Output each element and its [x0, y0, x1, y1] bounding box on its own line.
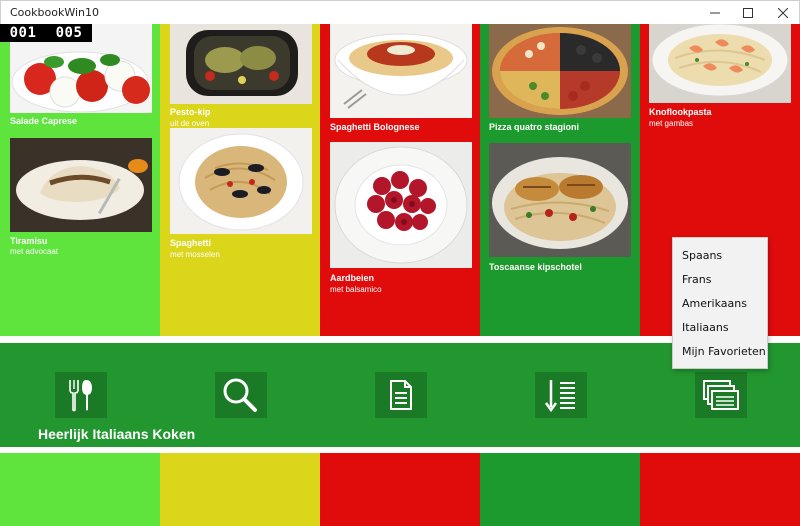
cutlery-icon	[69, 380, 92, 412]
recipe-photo	[489, 24, 631, 118]
bottom-column-yellow	[160, 453, 320, 526]
recipe-name: Salade Caprese	[10, 116, 78, 126]
bottom-column-light-green	[0, 453, 160, 526]
recipe-name: Knoflookpasta	[649, 107, 712, 117]
window-title: CookbookWin10	[10, 6, 99, 19]
sort-list-icon	[544, 380, 575, 413]
recipe-subtitle: met mosselen	[170, 250, 220, 259]
cuisine-button[interactable]	[695, 372, 747, 418]
menu-item-italiaans[interactable]: Italiaans	[673, 316, 767, 340]
cuisine-menu: Spaans Frans Amerikaans Italiaans Mijn F…	[672, 237, 768, 369]
bottom-column-red-2	[640, 453, 800, 526]
recipe-name: Spaghetti	[170, 238, 212, 248]
recipe-name: Pesto-kip	[170, 107, 211, 117]
recipe-subtitle: met gambas	[649, 119, 694, 128]
app-title: Heerlijk Italiaans Koken	[38, 426, 196, 442]
recipe-photo	[330, 24, 472, 118]
close-icon	[778, 8, 788, 18]
recipes-button[interactable]	[55, 372, 107, 418]
menu-item-mijn-favorieten[interactable]: Mijn Favorieten	[673, 340, 767, 364]
recipe-name: Pizza quatro stagioni	[489, 122, 580, 132]
search-icon	[223, 378, 257, 412]
recipe-subtitle: met advocaat	[10, 247, 59, 256]
recipe-name: Toscaanse kipschotel	[489, 262, 582, 272]
document-icon	[390, 380, 412, 410]
maximize-button[interactable]	[732, 1, 764, 25]
bottom-column-dark-green	[480, 453, 640, 526]
maximize-icon	[743, 8, 753, 18]
bottom-column-red	[320, 453, 480, 526]
sort-button[interactable]	[535, 372, 587, 418]
recipe-subtitle: met balsamico	[330, 285, 382, 294]
recipe-subtitle: uit de oven	[170, 119, 210, 128]
counter-total: 005	[55, 25, 83, 41]
recipe-name: Aardbeien	[330, 273, 375, 283]
recipe-name: Spaghetti Bolognese	[330, 122, 420, 132]
recipe-photo	[330, 142, 472, 268]
document-button[interactable]	[375, 372, 427, 418]
menu-item-spaans[interactable]: Spaans	[673, 244, 767, 268]
recipe-photo	[170, 128, 312, 234]
recipe-name: Tiramisu	[10, 236, 48, 246]
search-button[interactable]	[215, 372, 267, 418]
page-counter: 001 005	[0, 24, 92, 42]
recipe-photo	[649, 24, 791, 103]
stacked-cards-icon	[703, 380, 739, 410]
minimize-button[interactable]	[699, 1, 731, 25]
recipe-photo	[10, 138, 152, 232]
menu-item-amerikaans[interactable]: Amerikaans	[673, 292, 767, 316]
close-button[interactable]	[767, 1, 799, 25]
recipe-photo	[170, 24, 312, 104]
minimize-icon	[710, 12, 720, 14]
menu-item-frans[interactable]: Frans	[673, 268, 767, 292]
recipe-photo	[489, 143, 631, 257]
title-bar: CookbookWin10	[0, 0, 800, 24]
counter-current: 001	[9, 25, 37, 41]
